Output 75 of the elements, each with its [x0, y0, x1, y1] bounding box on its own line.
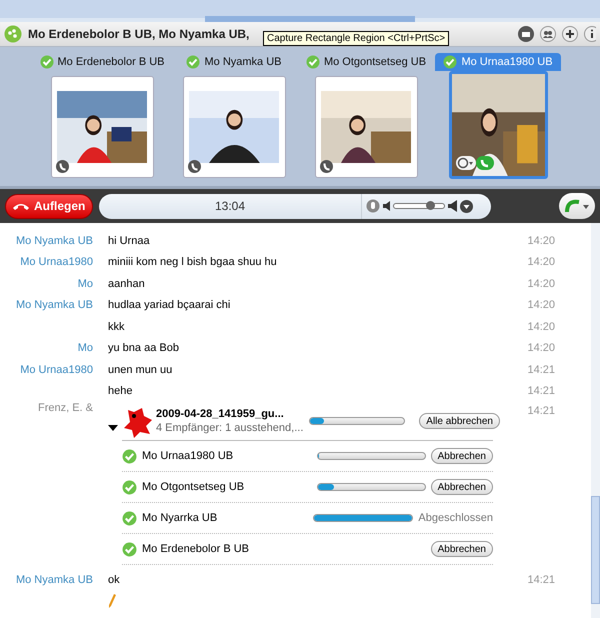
- dropdown-icon[interactable]: [460, 200, 473, 212]
- phone-icon: [56, 160, 68, 173]
- call-timer: 13:04: [214, 199, 246, 213]
- message-text: unen mun uu: [108, 364, 174, 376]
- volume-thumb[interactable]: [426, 201, 435, 210]
- message-time: 14:20: [526, 278, 555, 290]
- chat-icon: [4, 25, 22, 43]
- message-text: aanhan: [108, 278, 146, 290]
- recipient-name: Mo Otgontsetseg UB: [142, 481, 246, 493]
- message-sender: Frenz, E. &: [36, 402, 93, 416]
- online-status-icon: [40, 55, 54, 69]
- online-status-icon: [122, 510, 137, 526]
- plus-icon[interactable]: [562, 26, 578, 42]
- message-text: miniii kom neg l bish bgaa shuu hu: [108, 256, 278, 268]
- message-time: 14:20: [526, 256, 555, 268]
- cancel-all-button[interactable]: Alle abbrechen: [419, 413, 500, 429]
- tooltip: Capture Rectangle Region <Ctrl+PrtSc>: [263, 31, 450, 46]
- handset-icon: [12, 201, 30, 211]
- online-status-icon: [443, 55, 458, 69]
- participant-card[interactable]: [50, 76, 154, 178]
- phone-icon: [188, 160, 200, 173]
- message-text: ok: [108, 574, 121, 586]
- online-status-icon: [122, 542, 137, 556]
- message-time: 14:20: [526, 299, 555, 312]
- call-button[interactable]: [559, 193, 595, 219]
- volume-slider[interactable]: [393, 203, 445, 209]
- participant-card[interactable]: [182, 76, 286, 178]
- message-time: 14:20: [526, 320, 555, 333]
- message-time: 14:21: [526, 404, 555, 419]
- message-sender: Mo: [76, 278, 93, 290]
- cancel-button[interactable]: Abbrechen: [430, 541, 493, 557]
- online-status-icon: [122, 480, 137, 494]
- cancel-button[interactable]: Abbrechen: [430, 479, 493, 495]
- message-text: kkk: [108, 320, 126, 333]
- scrollbar[interactable]: [591, 223, 600, 618]
- recipient-name: Mo Urnaa1980 UB: [142, 450, 234, 462]
- online-status-icon: [122, 448, 137, 464]
- speaker-icon: [448, 200, 457, 212]
- message-sender: Mo Nyamka UB: [14, 234, 93, 247]
- message-text: hi Urnaa: [108, 234, 151, 247]
- add-people-icon[interactable]: [540, 26, 556, 42]
- online-status-icon: [306, 55, 320, 69]
- message-time: 14:21: [526, 364, 555, 376]
- message-sender: Mo Nyamka UB: [14, 574, 93, 586]
- participant-name[interactable]: Mo Otgontsetseg UB: [298, 53, 434, 71]
- cancel-button[interactable]: Abbrechen: [430, 448, 493, 464]
- expand-arrow-icon[interactable]: [108, 425, 118, 431]
- participant-name[interactable]: Mo Erdenebolor B UB: [32, 53, 172, 71]
- handset-icon: [563, 198, 591, 214]
- recipient-name: Mo Erdenebolor B UB: [142, 543, 250, 555]
- recipient-name: Mo Nyarrka UB: [142, 512, 218, 524]
- file-name: 2009-04-28_141959_gu...: [156, 408, 285, 420]
- participant-name[interactable]: Mo Urnaa1980 UB: [435, 53, 561, 71]
- info-icon[interactable]: [584, 26, 596, 42]
- window-title: Mo Erdenebolor B UB, Mo Nyamka UB,: [28, 27, 250, 41]
- phone-icon: [320, 160, 332, 173]
- online-status-icon: [186, 55, 200, 69]
- message-time: 14:20: [526, 234, 555, 247]
- message-sender: Mo Nyamka UB: [14, 299, 93, 312]
- hang-up-button[interactable]: Auflegen: [5, 194, 93, 218]
- message-sender: Mo: [76, 342, 93, 354]
- transfer-summary: 4 Empfänger: 1 ausstehend,...: [156, 422, 304, 434]
- message-sender: Mo Urnaa1980: [19, 256, 93, 268]
- message-time: 14:21: [526, 574, 555, 586]
- transfer-status: Abgeschlossen: [418, 512, 493, 524]
- message-sender: Mo Urnaa1980: [19, 364, 93, 376]
- message-text: yu bna aa Bob: [108, 342, 180, 354]
- message-text: hehe: [108, 385, 134, 398]
- message-text: hudlaa yariad bçaarai chi: [108, 299, 232, 312]
- participant-name[interactable]: Mo Nyamka UB: [178, 53, 290, 71]
- participant-card[interactable]: [314, 76, 418, 178]
- mute-microphone-icon[interactable]: [366, 199, 380, 213]
- speaker-icon: [383, 201, 390, 211]
- message-time: 14:21: [526, 385, 555, 398]
- message-time: 14:20: [526, 342, 555, 354]
